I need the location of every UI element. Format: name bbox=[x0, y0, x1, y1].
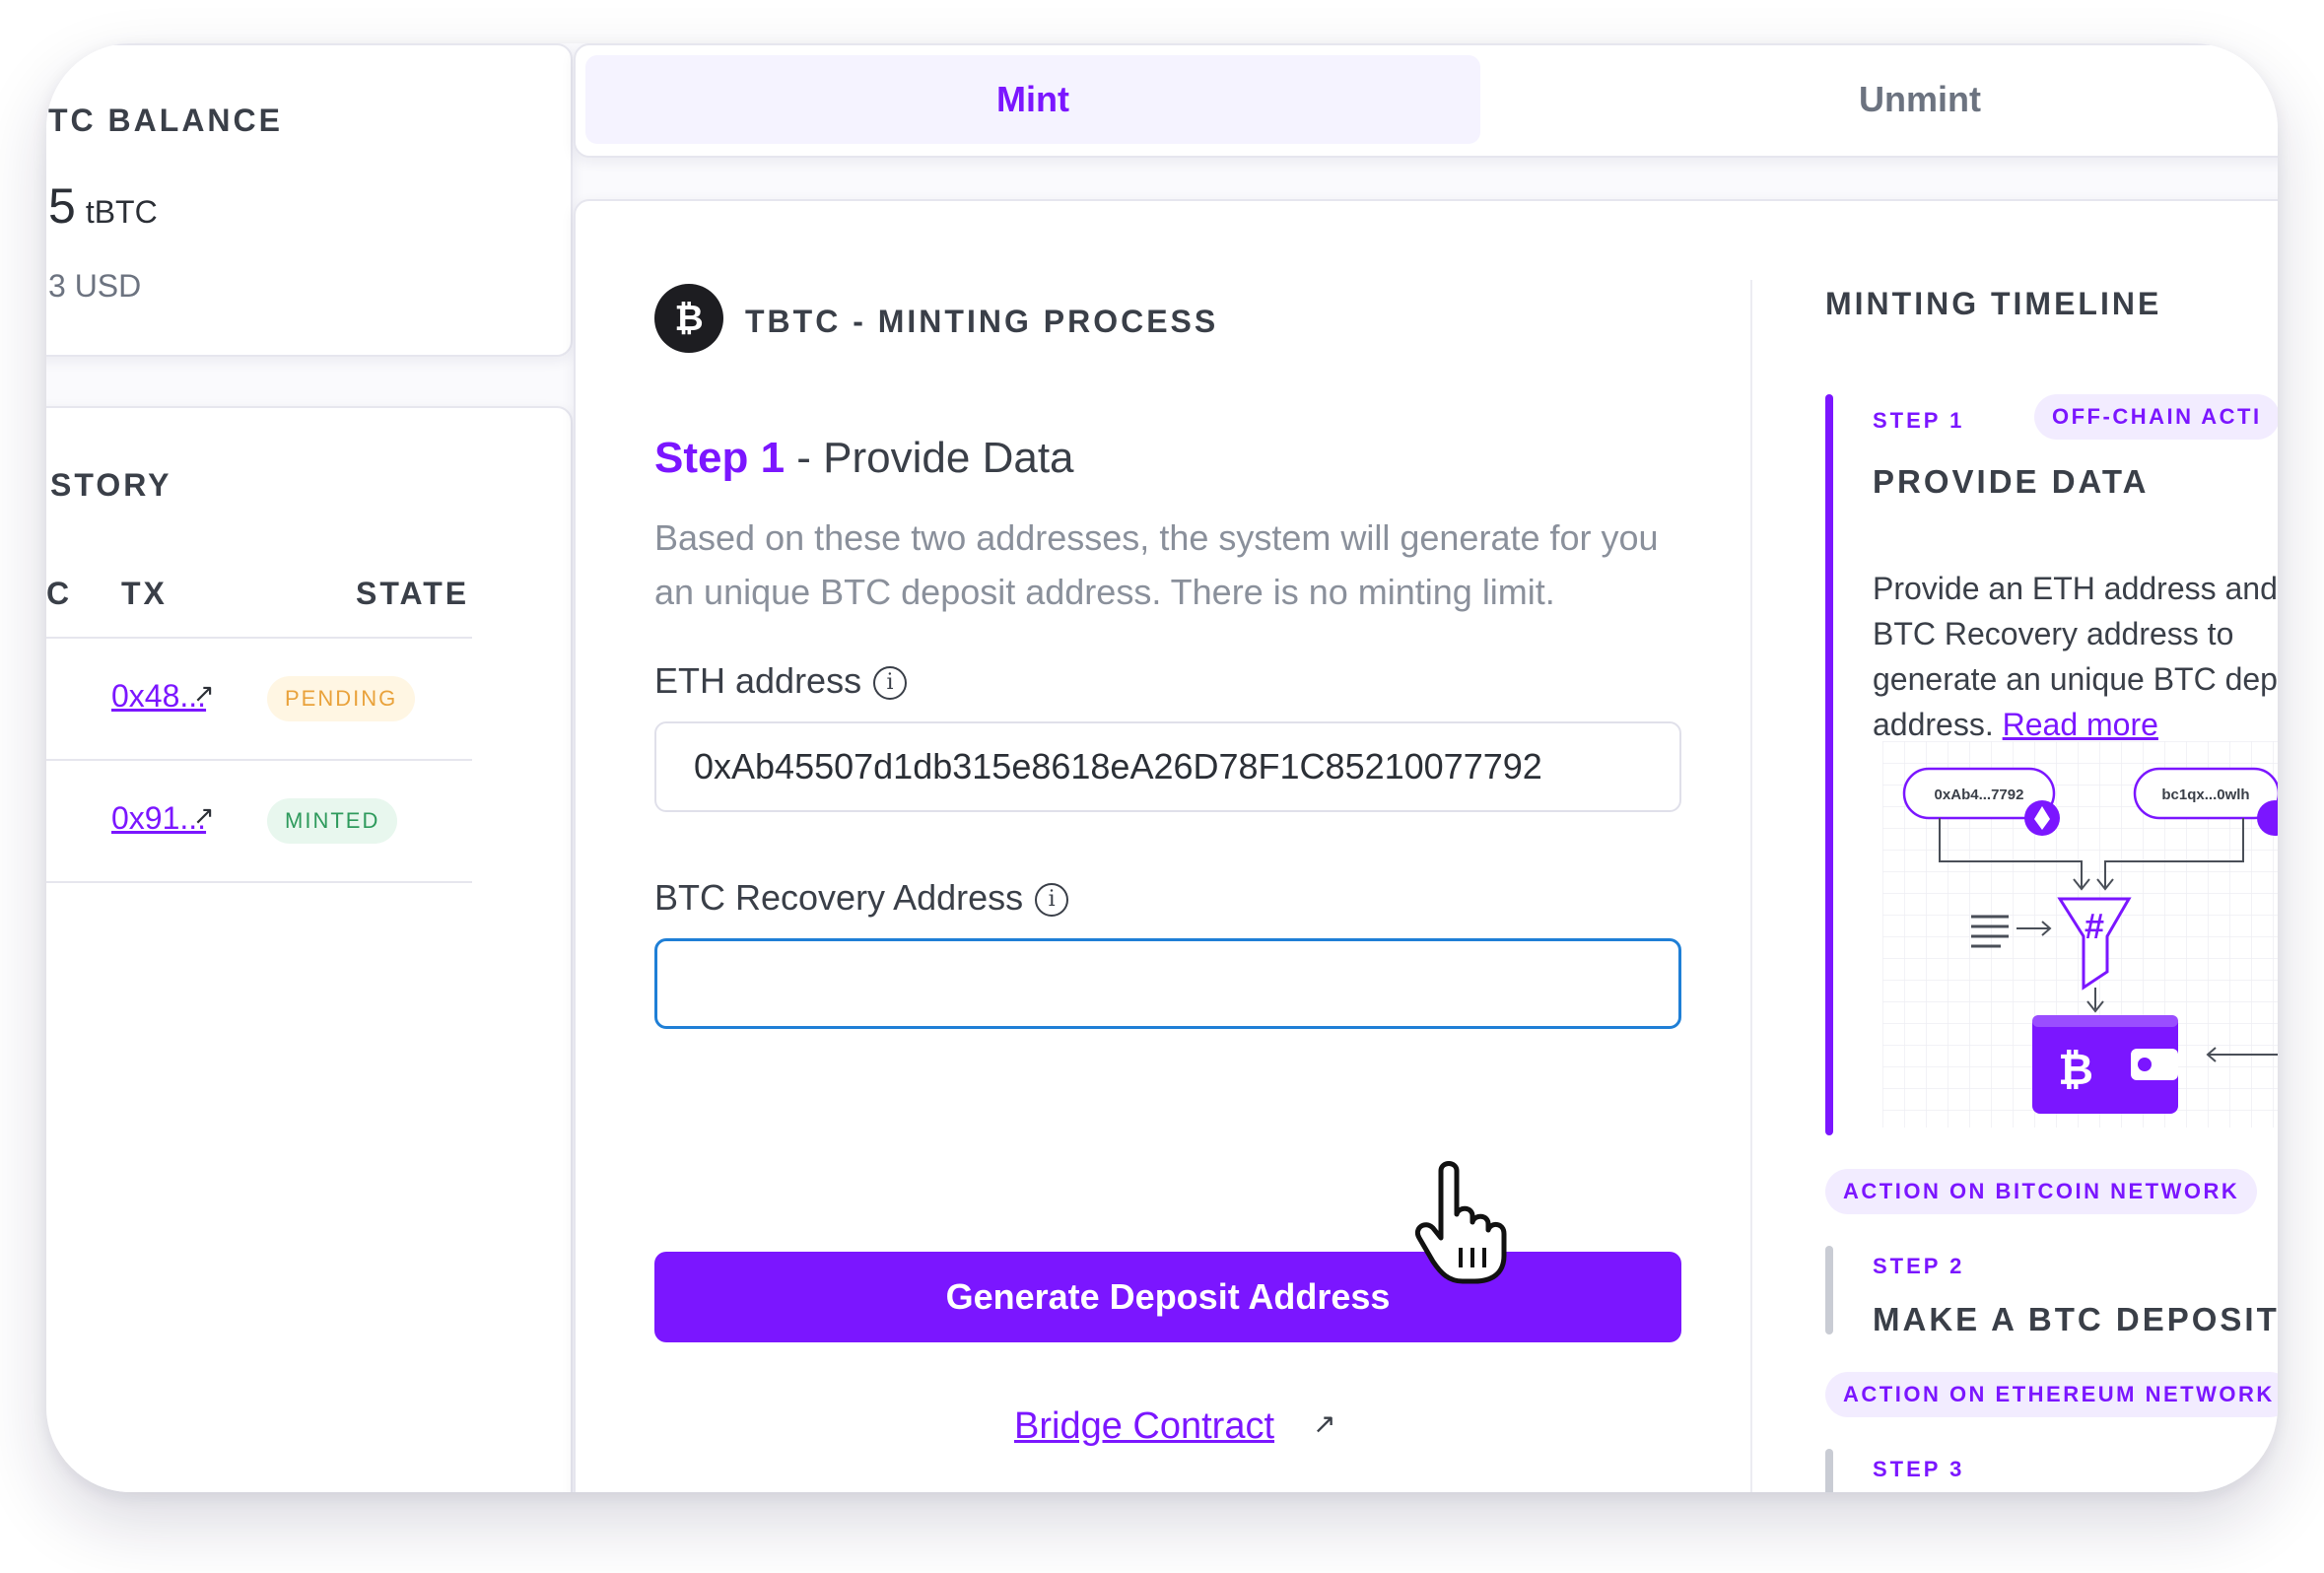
timeline-bar bbox=[1825, 1449, 1833, 1492]
divider bbox=[46, 759, 472, 761]
generate-deposit-address-button[interactable]: Generate Deposit Address bbox=[654, 1252, 1681, 1342]
step-heading: Step 1 - Provide Data bbox=[654, 434, 1074, 483]
info-icon[interactable]: i bbox=[873, 666, 908, 701]
btc-recovery-label-text: BTC Recovery Address bbox=[654, 877, 1024, 918]
table-row: 0x91... ↗ MINTED bbox=[46, 763, 521, 881]
timeline-active-bar bbox=[1825, 394, 1833, 1135]
column-header-btc: C bbox=[46, 576, 73, 611]
info-icon[interactable]: i bbox=[1035, 883, 1069, 918]
bitcoin-network-pill: ACTION ON BITCOIN NETWORK bbox=[1825, 1169, 2258, 1214]
column-divider bbox=[1750, 280, 1752, 1492]
balance-card: TC BALANCE 5 tBTC 3 USD bbox=[46, 43, 573, 357]
timeline-step-1-heading: PROVIDE DATA bbox=[1873, 463, 2150, 500]
divider bbox=[46, 881, 472, 883]
external-link-icon: ↗ bbox=[193, 678, 215, 708]
step-description: Based on these two addresses, the system… bbox=[654, 517, 1659, 612]
timeline-step-3-label: STEP 3 bbox=[1873, 1457, 1965, 1481]
tab-mint[interactable]: Mint bbox=[585, 55, 1480, 144]
history-card: STORY C TX STATE 0x48... ↗ PENDING 0x91.… bbox=[46, 406, 573, 1492]
mint-tabs: Mint Unmint bbox=[574, 43, 2278, 158]
btc-recovery-label: BTC Recovery Address i bbox=[654, 877, 1069, 919]
off-chain-pill: OFF-CHAIN ACTI bbox=[2034, 394, 2278, 440]
minting-card: ₿ TBTC - MINTING PROCESS Step 1 - Provid… bbox=[574, 199, 2278, 1492]
history-title: STORY bbox=[50, 467, 172, 503]
timeline-step-2-label: STEP 2 bbox=[1873, 1254, 1965, 1278]
external-link-icon: ↗ bbox=[193, 800, 215, 830]
column-header-state: STATE bbox=[356, 576, 470, 611]
timeline-step-1-text: Provide an ETH address and BTC Recovery … bbox=[1873, 566, 2278, 747]
balance-value: 5 bbox=[48, 178, 76, 234]
eth-address-label-text: ETH address bbox=[654, 660, 862, 701]
wallet-bitcoin-glyph: ₿ bbox=[2058, 1045, 2093, 1095]
balance-title: TC BALANCE bbox=[48, 103, 283, 138]
process-title: TBTC - MINTING PROCESS bbox=[745, 304, 1219, 339]
balance-unit: tBTC bbox=[85, 194, 158, 230]
timeline-title: MINTING TIMELINE bbox=[1825, 286, 2162, 321]
bridge-contract-link[interactable]: Bridge Contract bbox=[1014, 1405, 1274, 1448]
table-row: 0x48... ↗ PENDING bbox=[46, 641, 521, 759]
btc-recovery-input[interactable] bbox=[654, 938, 1681, 1029]
step-title: - Provide Data bbox=[796, 434, 1074, 482]
status-badge: MINTED bbox=[267, 798, 398, 844]
app-frame: TC BALANCE 5 tBTC 3 USD STORY C TX STATE … bbox=[46, 43, 2278, 1492]
status-badge: PENDING bbox=[267, 676, 416, 721]
hand-cursor-icon bbox=[1415, 1161, 1507, 1284]
balance-amount: 5 tBTC bbox=[48, 177, 158, 235]
timeline-step-2-heading: MAKE A BTC DEPOSIT bbox=[1873, 1301, 2278, 1337]
step-number: Step 1 bbox=[654, 434, 786, 482]
divider bbox=[46, 637, 472, 639]
ethereum-network-pill: ACTION ON ETHEREUM NETWORK bbox=[1825, 1372, 2278, 1417]
external-link-icon: ↗ bbox=[1313, 1408, 1336, 1439]
tab-unmint[interactable]: Unmint bbox=[1486, 55, 2278, 144]
read-more-link[interactable]: Read more bbox=[2003, 707, 2158, 742]
tbtc-logo-icon: ₿ bbox=[654, 284, 723, 353]
tx-link[interactable]: 0x48... bbox=[111, 678, 206, 715]
eth-address-input[interactable]: 0xAb45507d1db315e8618eA26D78F1C852100777… bbox=[654, 721, 1681, 812]
hash-icon: # bbox=[2085, 906, 2104, 946]
minting-illustration: 0xAb4...7792 bc1qx...0wlh # ₿ bbox=[1882, 741, 2278, 1128]
eth-address-label: ETH address i bbox=[654, 660, 908, 702]
tx-link[interactable]: 0x91... bbox=[111, 800, 206, 837]
btc-chip-text: bc1qx...0wlh bbox=[2161, 786, 2249, 803]
eth-chip-text: 0xAb4...7792 bbox=[1935, 786, 2024, 803]
timeline-bar bbox=[1825, 1246, 1833, 1334]
timeline-step-1-label: STEP 1 bbox=[1873, 408, 1965, 433]
balance-usd: 3 USD bbox=[48, 268, 142, 304]
column-header-tx: TX bbox=[121, 576, 168, 611]
